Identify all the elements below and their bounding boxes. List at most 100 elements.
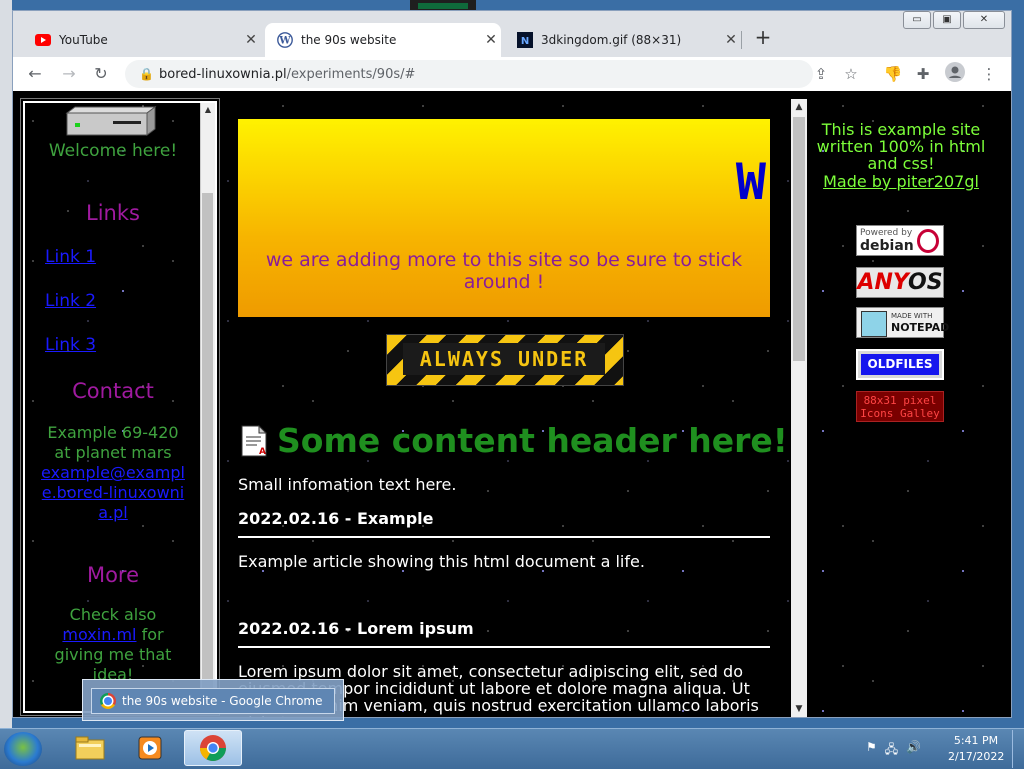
close-window-button[interactable]: ✕ (963, 11, 1005, 29)
notepad-badge-main: NOTEPAD (891, 321, 950, 334)
icons-gallery-badge[interactable]: 88x31 pixel Icons Galley (856, 391, 944, 422)
taskbar-clock[interactable]: 5:41 PM 2/17/2022 (948, 733, 1004, 765)
address-bar[interactable]: 🔒 bored-linuxownia.pl/experiments/90s/# (125, 60, 813, 88)
debian-badge[interactable]: Powered by debian (856, 225, 944, 256)
anyos-badge-b: OS (908, 270, 943, 295)
close-tab-icon[interactable]: ✕ (241, 32, 261, 48)
sidebar-link-3[interactable]: Link 3 (45, 335, 96, 355)
tab-title: the 90s website (301, 33, 397, 47)
notepad-icon (861, 311, 887, 337)
more-info: Check also moxin.ml for giving me that i… (41, 605, 185, 685)
content-header: A Some content header here! (241, 421, 788, 460)
article-divider (238, 536, 770, 538)
start-button[interactable] (4, 732, 42, 766)
browser-toolbar: ← → ↻ 🔒 bored-linuxownia.pl/experiments/… (13, 57, 1011, 92)
close-tab-icon[interactable]: ✕ (721, 32, 741, 48)
contact-heading: Contact (72, 379, 154, 403)
scroll-up-arrow-icon[interactable]: ▲ (201, 103, 215, 117)
icons-badge-line2: Icons Galley (860, 407, 940, 420)
reload-icon[interactable]: ↻ (89, 62, 113, 86)
extensions-puzzle-icon[interactable]: ✚ (911, 62, 935, 86)
system-tray: ⚑ 🖧 🔊 (866, 740, 921, 761)
article-title: 2022.02.16 - Example (238, 509, 434, 528)
svg-text:W: W (278, 36, 291, 47)
document-icon: A (241, 424, 267, 457)
lock-icon[interactable]: 🔒 (139, 67, 159, 81)
contact-info: Example 69-420 at planet mars example@ex… (41, 423, 185, 523)
scroll-down-arrow-icon[interactable]: ▼ (791, 701, 807, 717)
article-body: Example article showing this html docume… (238, 552, 645, 571)
left-sidebar: Welcome here! Links Link 1 Link 2 Link 3… (25, 103, 201, 711)
youtube-icon (35, 32, 51, 48)
banner-letter: W (735, 153, 766, 211)
right-sidebar: This is example site written 100% in htm… (813, 120, 989, 422)
bookmark-star-icon[interactable]: ☆ (839, 62, 863, 86)
moxin-link[interactable]: moxin.ml (62, 625, 136, 644)
contact-email-link[interactable]: example@example.bored-linuxownia.pl (41, 463, 185, 522)
construction-label: ALWAYS UNDER (403, 343, 605, 375)
minimize-button[interactable]: ▭ (903, 11, 931, 29)
svg-text:A: A (259, 447, 266, 457)
page-viewport: Welcome here! Links Link 1 Link 2 Link 3… (13, 91, 1011, 717)
browser-window: YouTube ✕ W the 90s website ✕ N 3dkingdo… (12, 10, 1012, 718)
tab-separator (741, 31, 742, 49)
window-controls: ▭ ▣ ✕ (903, 11, 1005, 29)
media-player-taskbar-icon[interactable] (124, 730, 176, 766)
tooltip-window-item[interactable]: the 90s website - Google Chrome (91, 688, 335, 714)
more-prefix: Check also (69, 605, 157, 624)
links-heading: Links (86, 201, 140, 225)
profile-avatar-icon[interactable] (943, 62, 967, 86)
action-center-flag-icon[interactable]: ⚑ (866, 740, 877, 761)
volume-icon[interactable]: 🔊 (906, 740, 921, 761)
article-divider (238, 646, 770, 648)
welcome-text: Welcome here! (48, 141, 178, 161)
image-icon: N (517, 32, 533, 48)
notepad-badge-top: MADE WITH (891, 312, 933, 320)
menu-kebab-icon[interactable]: ⋮ (977, 62, 1001, 86)
back-icon[interactable]: ← (23, 62, 47, 86)
banner-message: we are adding more to this site so be su… (265, 249, 743, 293)
icons-badge-line1: 88x31 pixel (863, 394, 937, 407)
tooltip-title: the 90s website - Google Chrome (122, 694, 323, 708)
small-info-text: Small infomation text here. (238, 475, 457, 494)
url-path: /experiments/90s/# (286, 66, 416, 82)
sidebar-scrollbar[interactable]: ▲ ▼ (200, 103, 215, 711)
content-header-text: Some content header here! (277, 421, 788, 460)
left-sidebar-frame: Welcome here! Links Link 1 Link 2 Link 3… (20, 98, 220, 716)
debian-swirl-icon (917, 229, 939, 253)
clock-time: 5:41 PM (953, 734, 999, 747)
more-heading: More (86, 563, 140, 587)
sidebar-link-2[interactable]: Link 2 (45, 291, 96, 311)
page-scrollbar[interactable]: ▲ ▼ (791, 99, 807, 717)
file-explorer-taskbar-icon[interactable] (64, 730, 116, 766)
scrollbar-thumb[interactable] (793, 117, 805, 361)
new-tab-button[interactable]: + (751, 25, 775, 49)
network-icon[interactable]: 🖧 (885, 740, 898, 761)
show-desktop-button[interactable] (1012, 730, 1024, 768)
tab-3dkingdom[interactable]: N 3dkingdom.gif (88×31) ✕ (505, 23, 741, 57)
scrollbar-thumb[interactable] (202, 193, 213, 711)
site-intro-text: This is example site written 100% in htm… (816, 120, 986, 173)
tab-90s-website[interactable]: W the 90s website ✕ (265, 23, 501, 57)
oldfiles-badge[interactable]: OLDFILES (856, 349, 944, 380)
taskbar-thumbnail-tooltip[interactable]: the 90s website - Google Chrome (82, 679, 344, 721)
close-tab-icon[interactable]: ✕ (481, 32, 501, 48)
scroll-up-arrow-icon[interactable]: ▲ (791, 99, 807, 115)
forward-icon[interactable]: → (57, 62, 81, 86)
tab-youtube[interactable]: YouTube ✕ (23, 23, 261, 57)
chrome-taskbar-icon[interactable] (184, 730, 242, 766)
author-link[interactable]: Made by piter207gl (813, 172, 989, 191)
notepad-badge[interactable]: MADE WITH NOTEPAD (856, 307, 949, 338)
share-icon[interactable]: ⇪ (809, 62, 833, 86)
anyos-badge[interactable]: ANYOS (856, 267, 944, 298)
maximize-button[interactable]: ▣ (933, 11, 961, 29)
sidebar-link-1[interactable]: Link 1 (45, 247, 96, 267)
tab-strip: YouTube ✕ W the 90s website ✕ N 3dkingdo… (13, 11, 1011, 57)
svg-text:N: N (521, 36, 529, 47)
desktop-window-edge (410, 0, 476, 10)
yellow-banner: W we are adding more to this site so be … (238, 119, 770, 317)
wordpress-icon: W (277, 32, 293, 48)
article-title: 2022.02.16 - Lorem ipsum (238, 619, 474, 638)
debian-badge-main: debian (860, 238, 914, 254)
extension-icon[interactable]: 👎 (881, 62, 905, 86)
